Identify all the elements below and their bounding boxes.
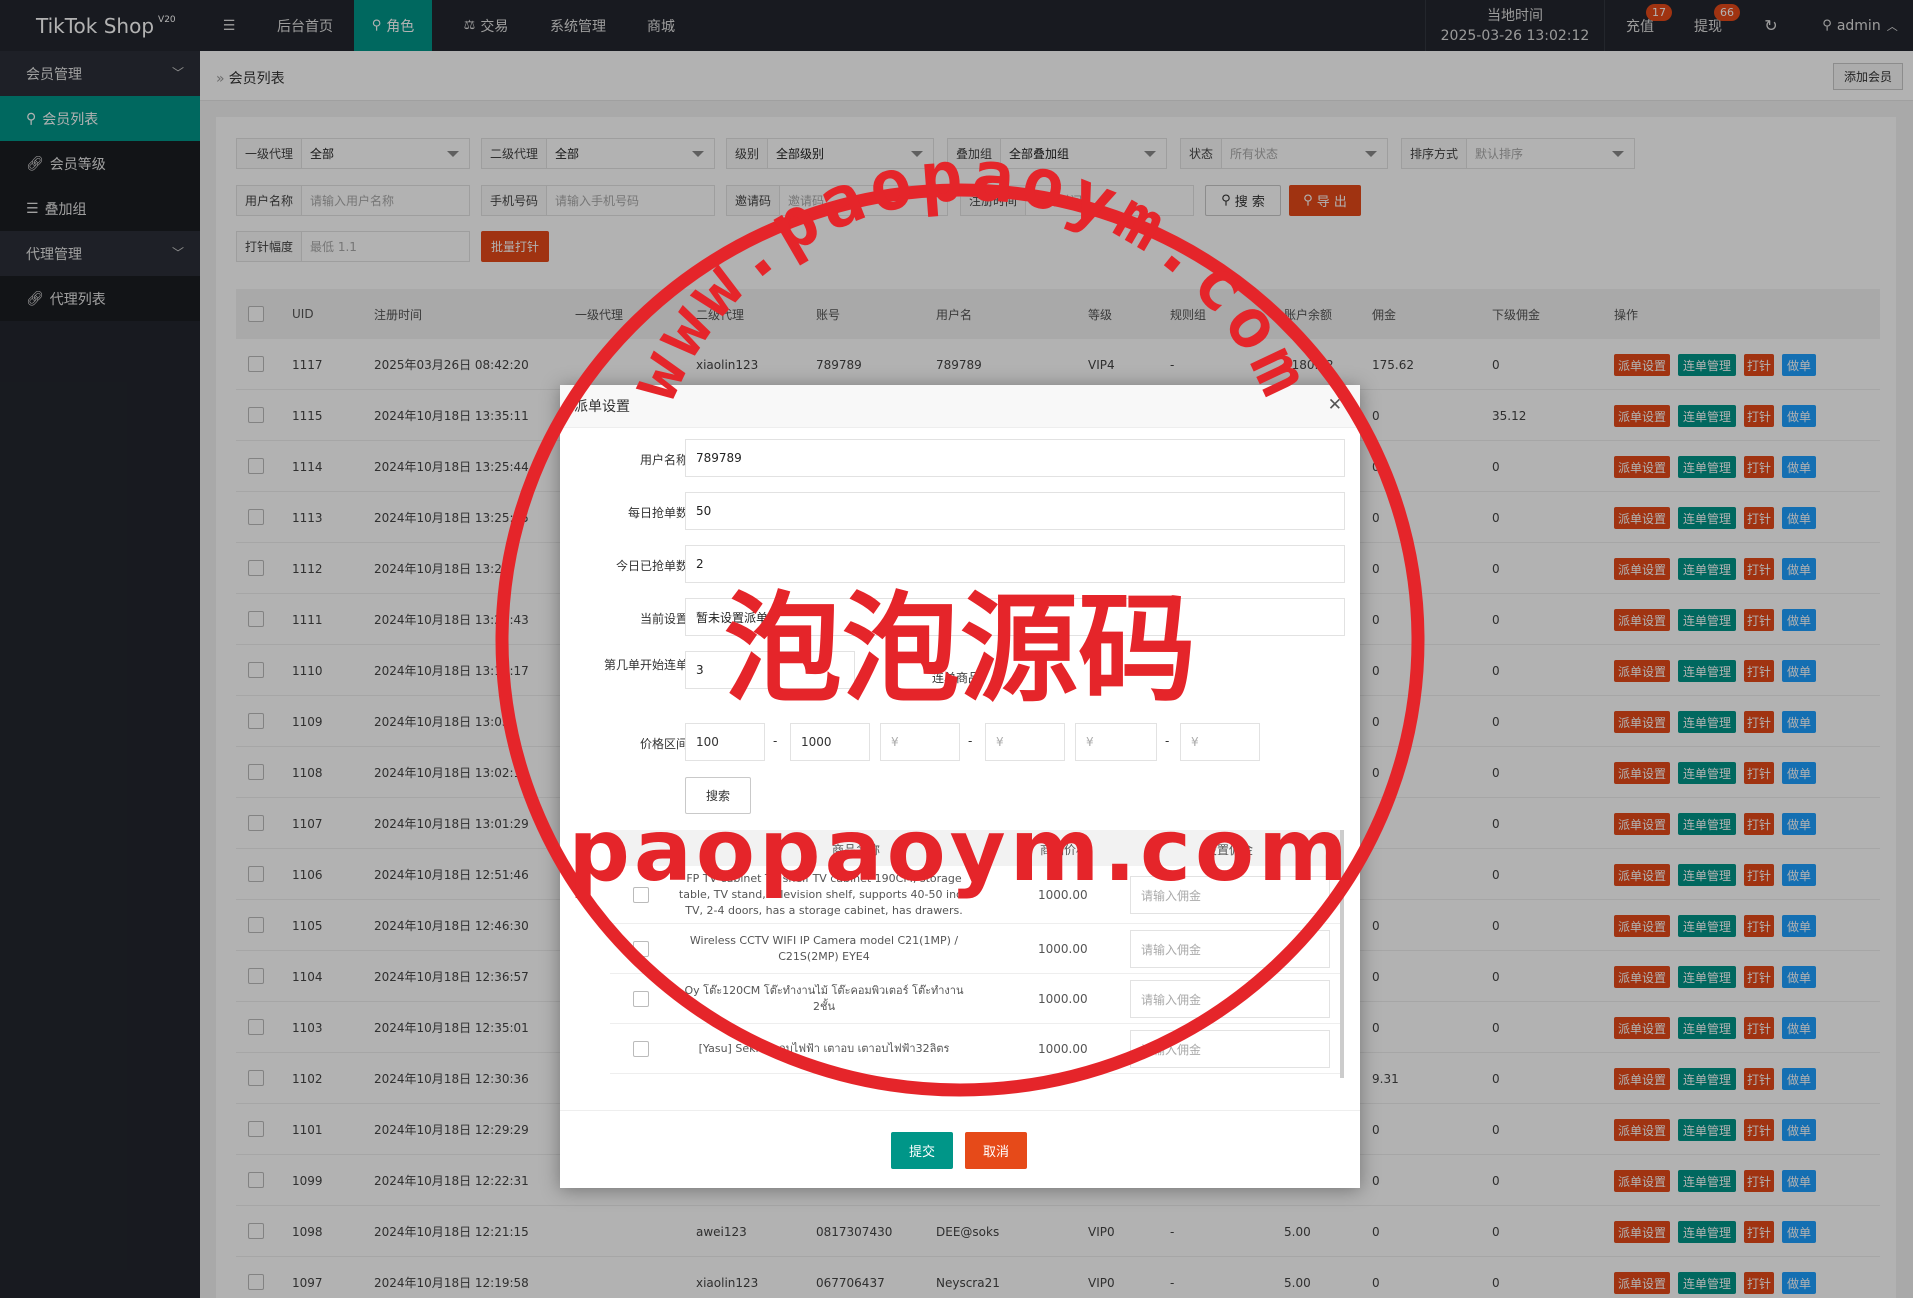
price-min-input[interactable]: 100 <box>685 723 765 761</box>
product-name: FP TV cabinet TV shelf TV cabinet 190CM,… <box>678 872 970 917</box>
product-row: Oy โต๊ะ120CM โต๊ะทำงานไม้ โต๊ะคอมพิวเตอร… <box>610 974 1344 1024</box>
product-search-button[interactable]: 搜索 <box>685 777 751 814</box>
product-table: 商品名称 商品价格 设置佣金 FP TV cabinet TV shelf TV… <box>610 830 1344 1078</box>
product-checkbox[interactable] <box>633 941 649 957</box>
price-max-input[interactable]: 1000 <box>790 723 870 761</box>
product-price: 1000.00 <box>1038 1042 1088 1056</box>
product-price: 1000.00 <box>1038 888 1088 902</box>
product-checkbox[interactable] <box>633 1041 649 1057</box>
product-price: 1000.00 <box>1038 942 1088 956</box>
product-row: Wireless CCTV WIFI IP Camera model C21(1… <box>610 924 1344 974</box>
submit-button[interactable]: 提交 <box>891 1132 953 1169</box>
close-icon[interactable]: ✕ <box>1328 395 1342 415</box>
product-row: FP TV cabinet TV shelf TV cabinet 190CM,… <box>610 866 1344 924</box>
commission-input[interactable]: 请输入佣金 <box>1130 876 1330 914</box>
commission-input[interactable]: 请输入佣金 <box>1130 1030 1330 1068</box>
price-min3-input[interactable]: ¥ <box>1075 723 1157 761</box>
commission-input[interactable]: 请输入佣金 <box>1130 930 1330 968</box>
dispatch-settings-dialog: 派单设置 ✕ 用户名称 789789 每日抢单数 50 今日已抢单数 2 当前设置 暂未… <box>560 385 1360 1188</box>
commission-input[interactable]: 请输入佣金 <box>1130 980 1330 1018</box>
product-checkbox[interactable] <box>633 991 649 1007</box>
product-row: [Yasu] Seki เตาอบไฟฟ้า เตาอบ เตาอบไฟฟ้า3… <box>610 1024 1344 1074</box>
product-checkbox[interactable] <box>633 887 649 903</box>
product-name: [Yasu] Seki เตาอบไฟฟ้า เตาอบ เตาอบไฟฟ้า3… <box>698 1042 950 1055</box>
dialog-footer: 提交 取消 <box>560 1110 1360 1188</box>
cancel-button[interactable]: 取消 <box>965 1132 1027 1169</box>
price-max2-input[interactable]: ¥ <box>985 723 1065 761</box>
product-table-scrollbar[interactable] <box>1340 830 1344 1078</box>
product-name: Wireless CCTV WIFI IP Camera model C21(1… <box>689 934 959 963</box>
product-table-header: 商品名称 商品价格 设置佣金 <box>610 830 1344 866</box>
dialog-title: 派单设置 <box>560 385 1360 428</box>
product-name: Oy โต๊ะ120CM โต๊ะทำงานไม้ โต๊ะคอมพิวเตอร… <box>684 984 964 1013</box>
combo-products-label: 连单商品 <box>932 671 981 685</box>
product-price: 1000.00 <box>1038 992 1088 1006</box>
start-order-label: 第几单开始连单 <box>603 658 688 672</box>
start-order-input[interactable]: 3 <box>685 651 855 689</box>
price-max3-input[interactable]: ¥ <box>1180 723 1260 761</box>
price-min2-input[interactable]: ¥ <box>880 723 960 761</box>
